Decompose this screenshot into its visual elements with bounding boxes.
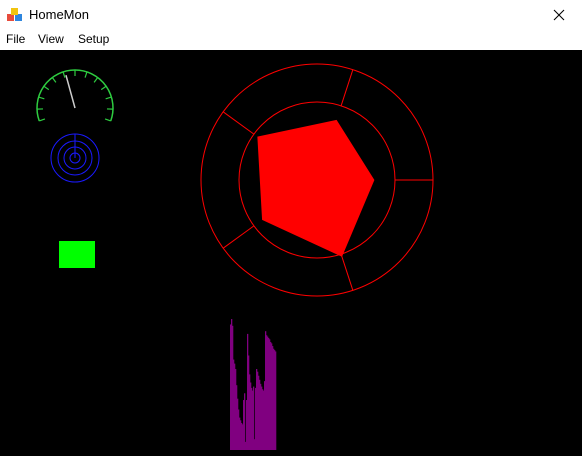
bar-histogram-widget	[230, 319, 277, 450]
gauge-tick	[38, 96, 45, 100]
gauge-tick	[84, 71, 88, 78]
histogram-bar	[275, 351, 277, 450]
gauge-tick	[43, 85, 50, 91]
gauge-tick	[93, 77, 99, 83]
radar-area	[257, 119, 375, 257]
gauge-tick	[51, 77, 57, 83]
gauge-tick	[39, 118, 46, 122]
window-title: HomeMon	[29, 7, 89, 22]
title-bar: HomeMon	[0, 0, 582, 30]
radar-spoke	[222, 225, 255, 249]
radar-chart-widget	[200, 63, 434, 297]
radar-spoke	[222, 111, 255, 135]
radar-spoke	[340, 69, 354, 106]
concentric-rings-widget	[50, 133, 100, 183]
menu-bar: File View Setup	[0, 30, 582, 50]
radar-spoke	[340, 254, 354, 291]
gauge-tick	[100, 85, 107, 91]
gauge-tick	[105, 96, 112, 100]
close-icon	[553, 9, 565, 21]
gauge-arc	[36, 69, 114, 122]
close-button[interactable]	[536, 0, 582, 30]
menu-view[interactable]: View	[38, 32, 64, 46]
histogram-bar	[244, 393, 246, 450]
menu-file[interactable]: File	[6, 32, 25, 46]
app-blocks-icon	[7, 8, 22, 21]
status-indicator	[59, 241, 95, 268]
gauge-tick	[62, 71, 66, 78]
monitor-canvas	[0, 50, 582, 456]
menu-setup[interactable]: Setup	[78, 32, 109, 46]
gauge-tick	[104, 118, 111, 122]
gauge-needle	[65, 75, 76, 109]
gauge-widget	[36, 69, 114, 122]
